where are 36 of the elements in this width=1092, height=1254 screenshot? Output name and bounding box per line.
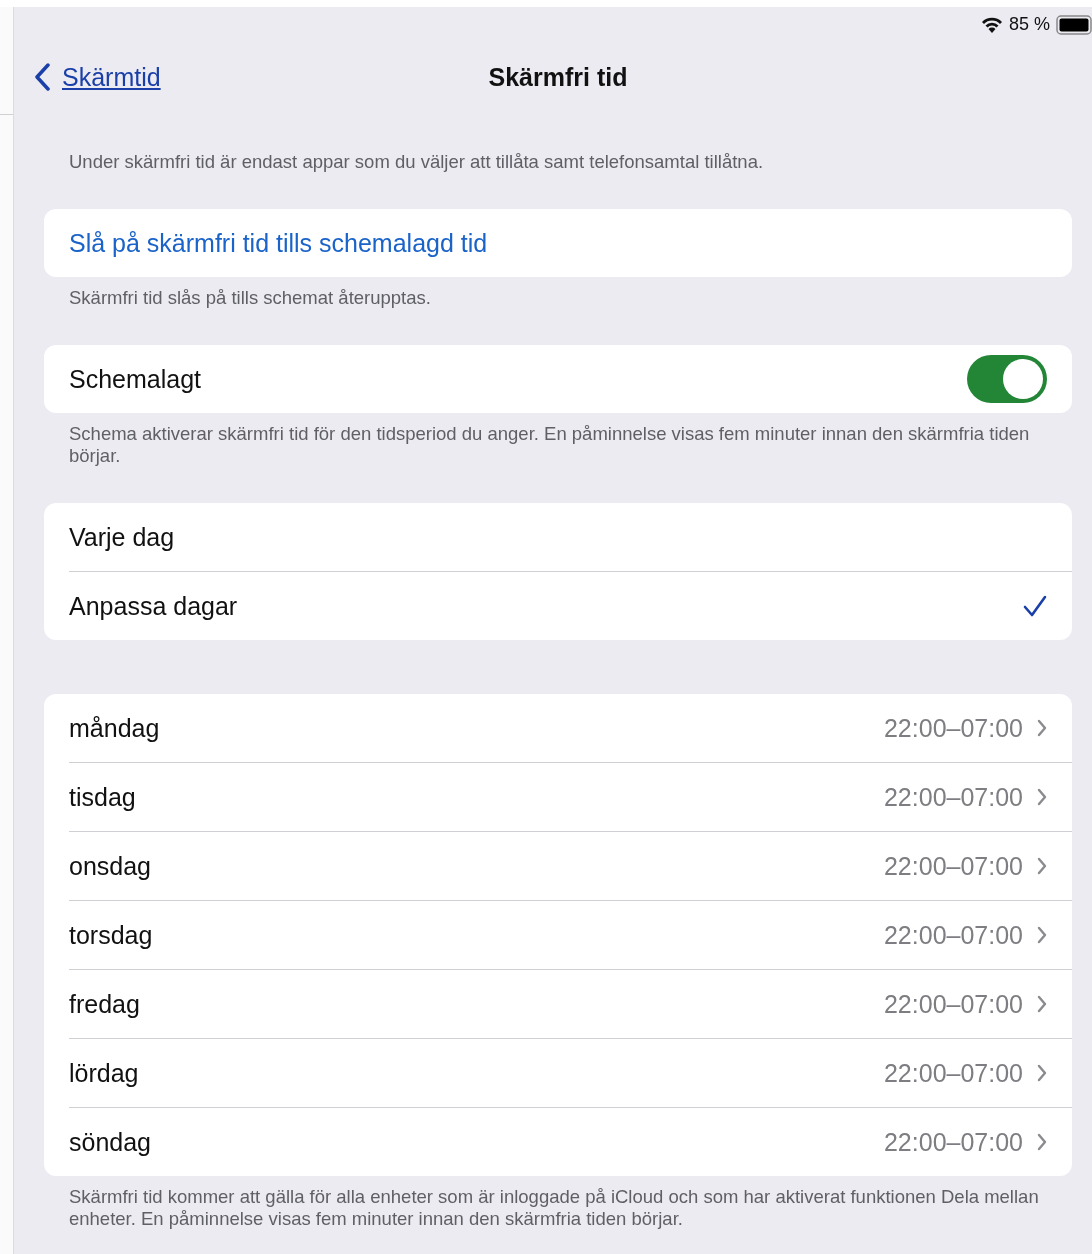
- back-link[interactable]: Skärmtid: [34, 62, 161, 92]
- wifi-icon: [980, 16, 1003, 33]
- page-title: Skärmfri tid: [488, 62, 628, 92]
- chevron-right-icon[interactable]: [1037, 1133, 1047, 1151]
- chevron-right-icon[interactable]: [1037, 788, 1047, 806]
- chevron-right-icon[interactable]: [1037, 719, 1047, 737]
- time-range: 22:00–07:00: [883, 989, 1023, 1019]
- back-chevron-icon: [34, 63, 50, 91]
- schedule-footnote: Schema aktiverar skärmfri tid för den tidsperiod du anger. En påminnelse visas fem minuter innan den skärmfria tiden börjar.: [68, 423, 1031, 467]
- day-label[interactable]: måndag: [69, 713, 884, 743]
- time-range: 22:00–07:00: [883, 782, 1023, 812]
- schedule-label: Schemalagt: [69, 364, 203, 394]
- intro-text: Under skärmfri tid är endast appar som du väljer att tillåta samt telefonsamtal tillåtna.: [68, 151, 765, 173]
- battery-icon: [1056, 14, 1092, 35]
- chevron-right-icon[interactable]: [1037, 1064, 1047, 1082]
- day-label[interactable]: tisdag: [69, 782, 884, 812]
- day-label[interactable]: torsdag: [69, 920, 884, 950]
- turn-on-link[interactable]: Slå på skärmfri tid tills schemalagd tid: [69, 228, 488, 258]
- chevron-right-icon[interactable]: [1037, 926, 1047, 944]
- day-label[interactable]: onsdag: [69, 851, 884, 881]
- action-footnote: Skärmfri tid slås på tills schemat återupptas.: [68, 287, 432, 309]
- chevron-right-icon[interactable]: [1037, 995, 1047, 1013]
- time-range: 22:00–07:00: [883, 713, 1023, 743]
- sync-footnote: Skärmfri tid kommer att gälla för alla enheter som är inloggade på iCloud och som har aktiverat funktionen Dela mellan enheter. En påminnelse visas fem minuter innan den skärmfria tiden börjar.: [68, 1186, 1040, 1230]
- time-range: 22:00–07:00: [883, 851, 1023, 881]
- mode-option[interactable]: Anpassa dagar: [44, 572, 1072, 640]
- day-label[interactable]: söndag: [69, 1127, 884, 1157]
- day-label[interactable]: fredag: [69, 989, 884, 1019]
- day-label[interactable]: lördag: [69, 1058, 884, 1088]
- chevron-right-icon[interactable]: [1037, 857, 1047, 875]
- mode-option[interactable]: Varje dag: [44, 503, 1072, 571]
- schedule-toggle[interactable]: [967, 355, 1047, 403]
- time-range: 22:00–07:00: [883, 1127, 1023, 1157]
- battery-percentage: 85 %: [1008, 14, 1050, 35]
- time-range: 22:00–07:00: [883, 920, 1023, 950]
- time-range: 22:00–07:00: [883, 1058, 1023, 1088]
